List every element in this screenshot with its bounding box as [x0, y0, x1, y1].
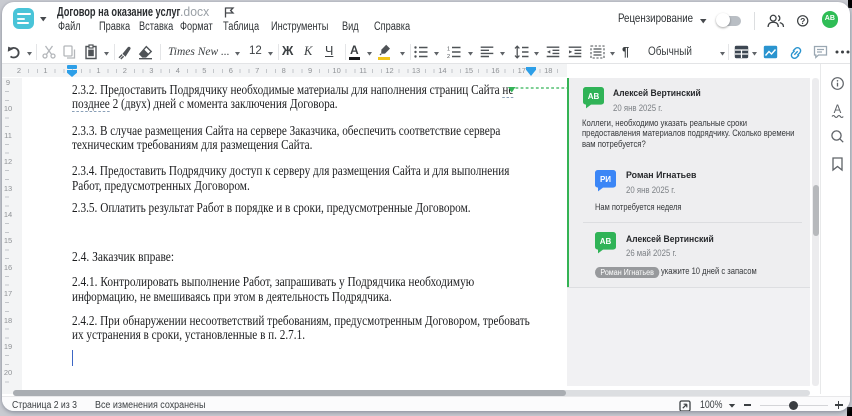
- svg-text:?: ?: [800, 16, 805, 26]
- svg-text:A: A: [834, 104, 842, 116]
- svg-text:АВ: АВ: [600, 237, 612, 246]
- svg-text:АВ: АВ: [588, 92, 600, 101]
- svg-text:РИ: РИ: [600, 175, 611, 184]
